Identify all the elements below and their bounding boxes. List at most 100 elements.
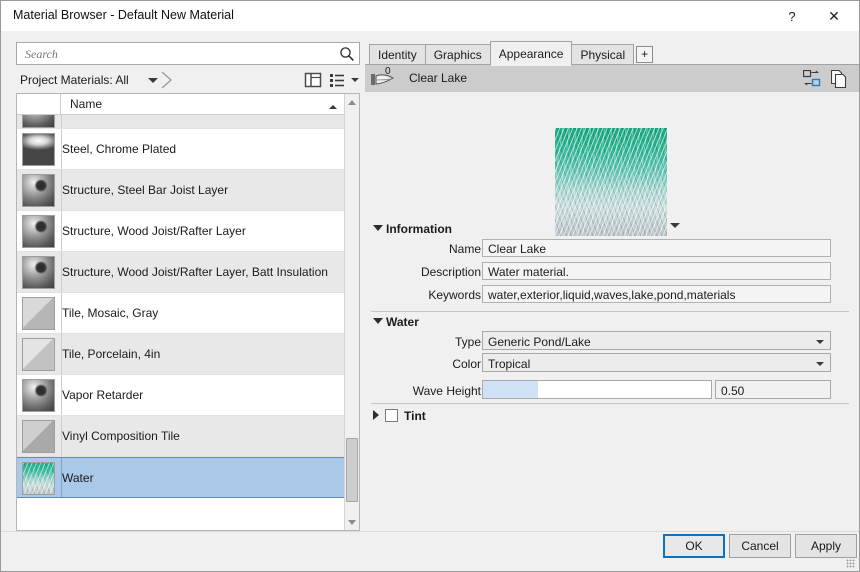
type-dropdown-value: Generic Pond/Lake	[488, 335, 591, 349]
tab-strip: Identity Graphics Appearance Physical +	[365, 41, 859, 66]
search-input[interactable]	[23, 46, 333, 63]
color-dropdown-value: Tropical	[488, 357, 531, 371]
material-list-item[interactable]: Structure, Wood Joist/Rafter Layer, Batt…	[17, 252, 344, 293]
cancel-button[interactable]: Cancel	[729, 534, 791, 558]
tab-appearance[interactable]: Appearance	[489, 41, 573, 66]
material-name: Structure, Wood Joist/Rafter Layer	[62, 224, 246, 238]
color-dropdown[interactable]: Tropical	[482, 353, 831, 372]
tab-identity[interactable]: Identity	[369, 44, 426, 65]
replace-asset-icon[interactable]	[803, 70, 821, 87]
material-swatch	[22, 420, 55, 453]
asset-header-bar: 0 Clear Lake	[365, 65, 859, 92]
dialog-footer: OK Cancel Apply	[1, 531, 859, 571]
material-name: Structure, Steel Bar Joist Layer	[62, 183, 229, 197]
list-header-icon-col	[17, 94, 61, 114]
chevron-down-icon[interactable]	[816, 362, 824, 366]
material-list: Name Steel, Chrome Plated Structure, Stee…	[16, 93, 360, 531]
sort-ascending-icon	[329, 105, 337, 109]
type-field-label: Type	[454, 335, 481, 349]
scroll-down-button[interactable]	[345, 514, 359, 530]
material-list-item[interactable]: Tile, Mosaic, Gray	[17, 293, 344, 334]
filter-arrow-icon	[161, 71, 173, 89]
apply-button[interactable]: Apply	[795, 534, 857, 558]
material-list-item[interactable]: Vinyl Composition Tile	[17, 416, 344, 457]
color-field-label: Color	[452, 357, 481, 371]
asset-name-label: Clear Lake	[409, 71, 468, 85]
wave-height-value[interactable]: 0.50	[715, 380, 831, 399]
chevron-down-icon[interactable]	[816, 340, 824, 344]
duplicate-asset-icon[interactable]	[831, 70, 847, 88]
resize-grip[interactable]	[846, 559, 855, 568]
list-view-icon[interactable]	[329, 72, 345, 88]
title-bar: Material Browser - Default New Material …	[1, 1, 859, 31]
wave-height-slider-fill	[483, 381, 538, 398]
preview-options-chevron-icon[interactable]	[670, 223, 680, 228]
material-name: Steel, Chrome Plated	[62, 142, 177, 156]
material-name: Vapor Retarder	[62, 388, 144, 402]
asset-editor-panel: Identity Graphics Appearance Physical + 0 Cl…	[365, 31, 859, 531]
keywords-field[interactable]: water,exterior,liquid,waves,lake,pond,ma…	[482, 285, 831, 303]
help-button[interactable]: ?	[771, 1, 813, 31]
tab-physical[interactable]: Physical	[571, 44, 635, 65]
list-header: Name	[17, 94, 359, 115]
section-divider	[371, 311, 849, 312]
material-name: Water	[62, 471, 94, 485]
material-swatch	[22, 297, 55, 330]
wave-height-slider[interactable]	[482, 380, 712, 399]
list-header-name[interactable]: Name	[62, 94, 359, 114]
material-list-body[interactable]: Steel, Chrome Plated Structure, Steel Bar…	[17, 115, 344, 530]
close-button[interactable]: ✕	[813, 1, 855, 31]
type-dropdown[interactable]: Generic Pond/Lake	[482, 331, 831, 350]
triangle-down-icon[interactable]	[373, 225, 383, 231]
chevron-down-icon[interactable]	[148, 78, 158, 83]
scrollbar-thumb[interactable]	[346, 438, 358, 502]
grid-view-icon[interactable]	[304, 72, 322, 88]
material-list-item[interactable]: Tile, Porcelain, 4in	[17, 334, 344, 375]
material-name: Tile, Porcelain, 4in	[62, 347, 161, 361]
ok-button[interactable]: OK	[663, 534, 725, 558]
search-icon	[340, 47, 354, 61]
material-swatch	[22, 256, 55, 289]
window-title: Material Browser - Default New Material	[13, 8, 234, 22]
filter-bar[interactable]: Project Materials: All	[16, 69, 360, 91]
material-name: Structure, Wood Joist/Rafter Layer, Batt…	[62, 265, 328, 279]
add-tab-button[interactable]: +	[636, 46, 654, 63]
list-scrollbar[interactable]	[344, 94, 359, 530]
tab-graphics[interactable]: Graphics	[424, 44, 491, 65]
asset-usage-count: 0	[385, 66, 391, 77]
material-swatch	[22, 133, 55, 166]
preview-image[interactable]	[555, 128, 667, 236]
material-swatch	[22, 115, 55, 128]
material-list-item[interactable]: Vapor Retarder	[17, 375, 344, 416]
description-field[interactable]: Water material.	[482, 262, 831, 280]
water-section-label: Water	[386, 315, 419, 329]
keywords-field-label: Keywords	[428, 288, 481, 302]
scroll-up-button[interactable]	[345, 94, 359, 110]
wave-height-label: Wave Height	[412, 384, 481, 398]
tint-section-label: Tint	[404, 409, 426, 423]
triangle-down-icon[interactable]	[373, 318, 383, 324]
name-field[interactable]: Clear Lake	[482, 239, 831, 257]
material-list-item[interactable]: Structure, Steel Bar Joist Layer	[17, 170, 344, 211]
material-swatch	[22, 215, 55, 248]
materials-panel: Project Materials: All	[1, 31, 361, 559]
material-swatch	[22, 462, 55, 495]
material-swatch	[22, 174, 55, 207]
material-list-item[interactable]: Structure, Wood Joist/Rafter Layer	[17, 211, 344, 252]
material-browser-dialog: Material Browser - Default New Material …	[0, 0, 860, 572]
section-divider	[371, 403, 849, 404]
cell-divider	[61, 115, 62, 128]
search-box[interactable]	[16, 42, 360, 65]
name-field-label: Name	[448, 242, 481, 256]
material-list-item[interactable]: Steel, Chrome Plated	[17, 129, 344, 170]
material-swatch	[22, 338, 55, 371]
material-list-item[interactable]	[17, 115, 344, 129]
material-name: Vinyl Composition Tile	[62, 429, 180, 443]
filter-label: Project Materials: All	[20, 73, 129, 87]
triangle-right-icon[interactable]	[373, 410, 379, 420]
description-field-label: Description	[420, 265, 481, 279]
chevron-down-icon[interactable]	[351, 78, 359, 82]
tint-checkbox[interactable]	[385, 409, 398, 422]
material-list-item[interactable]: Water	[17, 457, 344, 498]
material-name: Tile, Mosaic, Gray	[62, 306, 159, 320]
